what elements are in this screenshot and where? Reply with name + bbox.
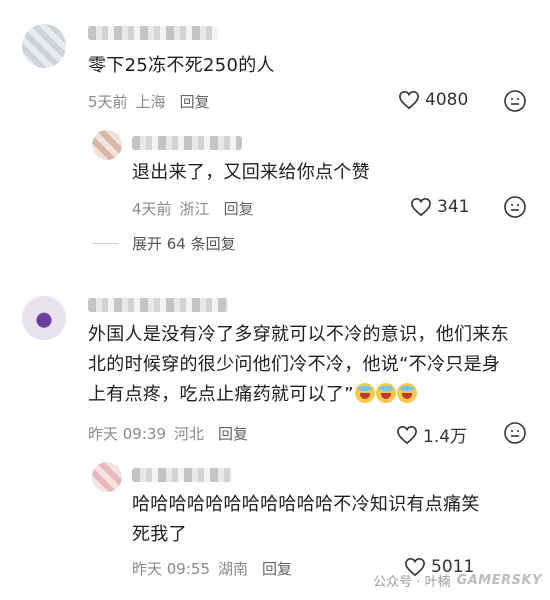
reply-meta: 4天前 浙江 回复 xyxy=(132,198,262,219)
reply-text: 哈哈哈哈哈哈哈哈哈哈哈不冷知识有点痛笑 死我了 xyxy=(132,490,532,550)
like-button[interactable]: 4080 xyxy=(398,90,468,110)
watermark-logo: GAMERSKY xyxy=(456,573,542,588)
like-count: 4080 xyxy=(425,90,469,110)
like-button[interactable]: 1.4万 xyxy=(396,422,467,447)
avatar[interactable] xyxy=(92,462,122,492)
dislike-icon[interactable] xyxy=(503,89,527,113)
avatar[interactable] xyxy=(22,24,66,68)
heart-icon xyxy=(399,90,419,110)
reply-text: 退出来了，又回来给你点个赞 xyxy=(132,162,370,183)
comment-meta: 5天前 上海 回复 xyxy=(88,91,218,112)
comment-text-line: 外国人是没有冷了多穿就可以不冷的意识，他们来东 xyxy=(88,324,509,345)
comment-location: 上海 xyxy=(135,93,166,111)
avatar[interactable] xyxy=(92,130,122,160)
username-blurred[interactable] xyxy=(88,298,228,312)
crying-laughing-emoji-icon xyxy=(396,383,417,403)
expand-replies-label: 展开 64 条回复 xyxy=(132,235,236,253)
username-blurred[interactable] xyxy=(132,136,242,150)
reply-button[interactable]: 回复 xyxy=(218,425,248,443)
reply-text-line: 哈哈哈哈哈哈哈哈哈哈哈不冷知识有点痛笑 xyxy=(132,494,480,515)
username-blurred[interactable] xyxy=(88,26,218,40)
comment-date: 5天前 xyxy=(88,93,128,111)
reply-meta: 昨天 09:55 湖南 回复 xyxy=(132,558,300,579)
reply-button[interactable]: 回复 xyxy=(180,93,210,111)
expand-replies-button[interactable]: 展开 64 条回复 xyxy=(92,233,236,254)
reply-date: 4天前 xyxy=(132,200,172,218)
crying-laughing-emoji-icon xyxy=(375,383,396,403)
dislike-icon[interactable] xyxy=(503,421,527,445)
watermark: 公众号 · 叶楠 GAMERSKY xyxy=(373,571,542,590)
reply-button[interactable]: 回复 xyxy=(262,560,292,578)
dislike-icon[interactable] xyxy=(503,195,527,219)
heart-icon xyxy=(411,197,431,217)
reply-location: 湖南 xyxy=(218,560,249,578)
heart-icon xyxy=(397,425,417,444)
reply-location: 浙江 xyxy=(179,200,210,218)
like-count: 1.4万 xyxy=(423,427,468,447)
crying-laughing-emoji-icon xyxy=(354,383,375,403)
username-blurred[interactable] xyxy=(132,468,232,482)
comment-date: 昨天 09:39 xyxy=(88,425,166,443)
avatar[interactable] xyxy=(22,296,66,340)
reply-text-line: 死我了 xyxy=(132,524,187,545)
comment-text: 零下25冻不死250的人 xyxy=(88,55,275,76)
comment-location: 河北 xyxy=(174,425,205,443)
reply-button[interactable]: 回复 xyxy=(224,200,254,218)
comment-text: 外国人是没有冷了多穿就可以不冷的意识，他们来东 北的时候穿的很少问他们冷不冷，他… xyxy=(88,320,538,410)
watermark-source: 公众号 · 叶楠 xyxy=(373,575,451,590)
divider xyxy=(92,243,118,244)
comment-meta: 昨天 09:39 河北 回复 xyxy=(88,423,256,444)
comment-text-line: 北的时候穿的很少问他们冷不冷，他说“不冷只是身 xyxy=(88,354,501,375)
reply-date: 昨天 09:55 xyxy=(132,560,210,578)
comment-text-line-with-emoji: 上有点疼，吃点止痛药就可以了” xyxy=(88,380,538,410)
like-button[interactable]: 341 xyxy=(410,197,469,217)
like-count: 341 xyxy=(437,197,470,217)
